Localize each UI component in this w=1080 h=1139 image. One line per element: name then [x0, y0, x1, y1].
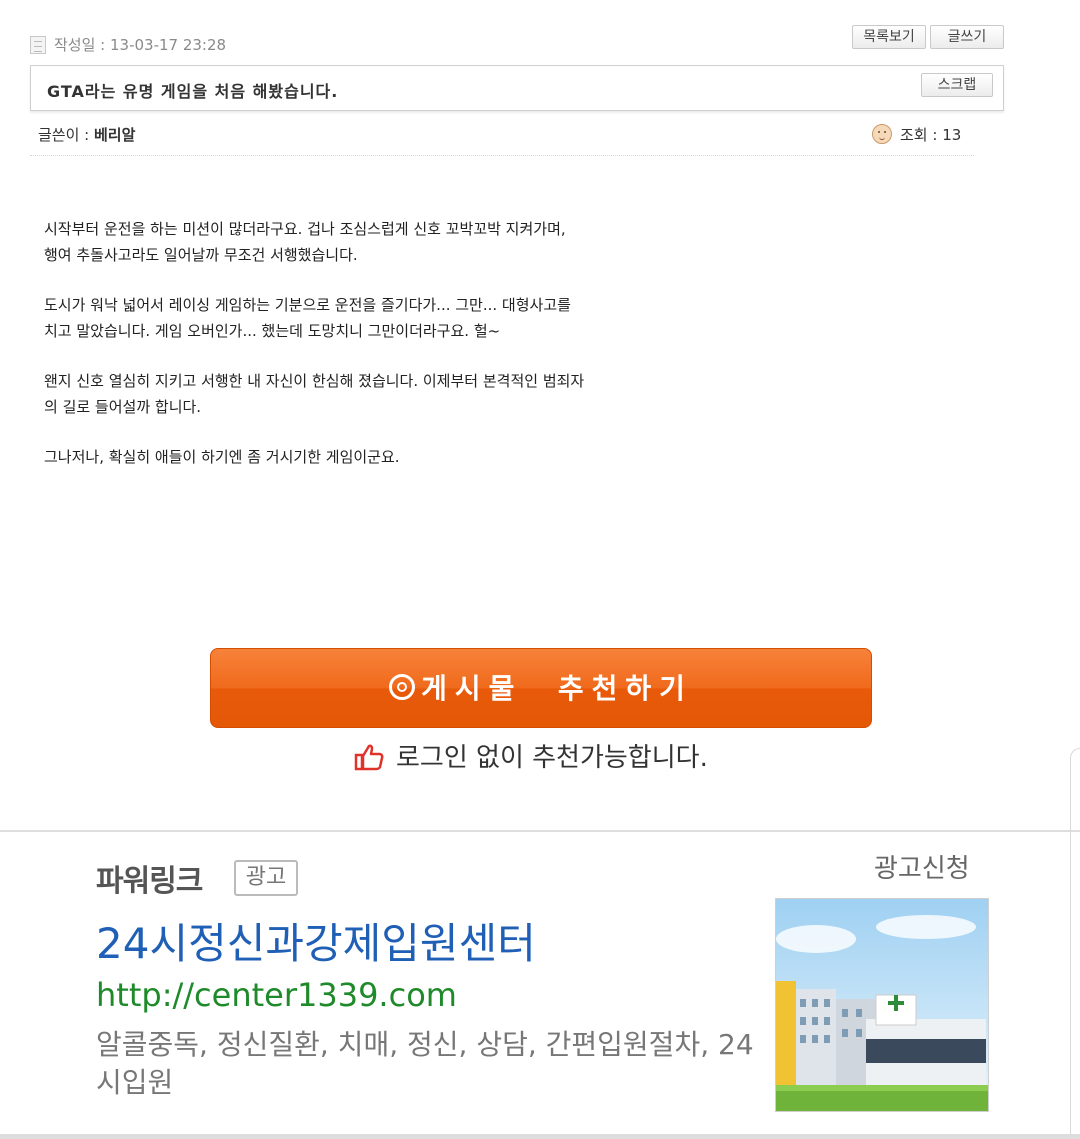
post-paragraph: 그나저나, 확실히 애들이 하기엔 좀 거시기한 게임이군요.: [44, 448, 400, 466]
post-paragraph: 시작부터 운전을 하는 미션이 많더라구요. 겁나 조심스럽게 신호 꼬박꼬박 …: [44, 220, 566, 264]
scroll-edge: [1070, 748, 1080, 1139]
write-button[interactable]: 글쓰기: [930, 25, 1004, 49]
author-name[interactable]: 베리알: [94, 126, 135, 144]
post-date: 작성일 : 13-03-17 23:28: [54, 36, 227, 54]
recommend-button[interactable]: 게시물 추천하기: [210, 648, 872, 728]
hospital-image[interactable]: [775, 898, 989, 1112]
post-title: GTA라는 유명 게임을 처음 해봤습니다.: [47, 82, 339, 101]
ad-description: 알콜중독, 정신질환, 치매, 정신, 상담, 간편입원절차, 24시입원: [96, 1028, 754, 1099]
ad-apply-link[interactable]: 광고신청: [874, 848, 970, 885]
recommend-button-label: 게시물 추천하기: [421, 672, 693, 705]
section-divider: [0, 830, 1080, 832]
view-count: 조회 : 13: [900, 126, 962, 144]
powerlink-title: 파워링크: [96, 864, 203, 899]
ad-title-link[interactable]: 24시정신과강제입원센터: [96, 910, 536, 971]
thumbs-up-icon: [354, 744, 384, 771]
smiley-face-icon: [872, 124, 892, 144]
post-author: 글쓴이 : 베리알: [38, 124, 135, 145]
divider: [30, 155, 974, 156]
document-icon: [30, 36, 46, 54]
bottom-bar: [0, 1134, 1080, 1139]
author-label: 글쓴이 :: [38, 126, 94, 144]
ad-url-link[interactable]: http://center1339.com: [96, 976, 457, 1014]
post-title-box: GTA라는 유명 게임을 처음 해봤습니다. 스크랩: [30, 65, 1004, 111]
post-paragraph: 왠지 신호 열심히 지키고 서행한 내 자신이 한심해 졌습니다. 이제부터 본…: [44, 372, 585, 416]
scrap-button[interactable]: 스크랩: [921, 73, 993, 97]
ad-badge: 광고: [234, 860, 298, 896]
recommend-note: 로그인 없이 추천가능합니다.: [396, 743, 708, 773]
target-circle-icon: [389, 674, 416, 700]
post-paragraph: 도시가 워낙 넓어서 레이싱 게임하는 기분으로 운전을 즐기다가... 그만.…: [44, 296, 571, 340]
post-body: 시작부터 운전을 하는 미션이 많더라구요. 겁나 조심스럽게 신호 꼬박꼬박 …: [44, 217, 724, 496]
list-button[interactable]: 목록보기: [852, 25, 926, 49]
